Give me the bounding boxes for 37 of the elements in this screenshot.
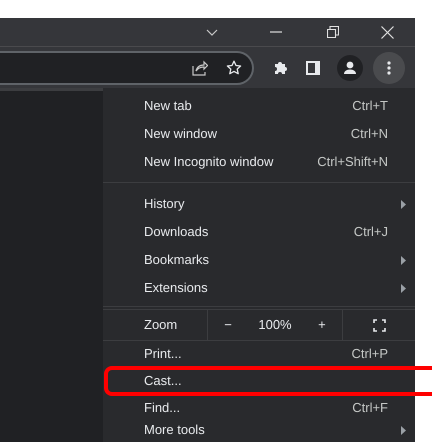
shortcut-hint: Ctrl+T (352, 97, 388, 116)
side-panel-icon[interactable] (306, 60, 320, 74)
close-icon[interactable] (381, 26, 394, 38)
shortcut-hint: Ctrl+P (352, 345, 388, 364)
menu-item[interactable]: Extensions (103, 274, 415, 302)
submenu-arrow-icon (401, 256, 406, 264)
menu-item[interactable]: More tools (103, 419, 415, 441)
submenu-arrow-icon (401, 200, 406, 208)
shortcut-hint: Ctrl+J (354, 223, 388, 242)
menu-item[interactable]: Downloads Ctrl+J (103, 218, 415, 246)
puzzle-piece-icon[interactable] (274, 60, 289, 75)
shortcut-hint: Ctrl+Shift+N (317, 153, 388, 172)
menu-button[interactable] (373, 52, 405, 84)
fullscreen-icon (372, 318, 386, 332)
star-icon[interactable] (226, 60, 242, 76)
zoom-out-button[interactable]: − (218, 315, 238, 335)
menu-item[interactable]: New tab Ctrl+T (103, 92, 415, 120)
zoom-level: 100% (258, 316, 292, 334)
minimize-icon[interactable] (270, 31, 282, 33)
menu-item[interactable]: Bookmarks (103, 246, 415, 274)
menu-item[interactable]: New window Ctrl+N (103, 120, 415, 148)
restore-icon[interactable] (327, 26, 339, 38)
menu-item[interactable]: History (103, 190, 415, 218)
shortcut-hint: Ctrl+N (350, 125, 388, 144)
submenu-arrow-icon (401, 426, 406, 434)
menu-item[interactable]: Cast... (108, 370, 432, 392)
shortcut-hint: Ctrl+F (352, 399, 388, 418)
zoom-label: Zoom (143, 316, 178, 334)
share-icon[interactable] (192, 60, 208, 76)
menu-item[interactable]: New Incognito window Ctrl+Shift+N (103, 148, 415, 176)
menu-item[interactable]: Find... Ctrl+F (103, 397, 415, 419)
zoom-in-button[interactable]: + (312, 315, 332, 335)
chevron-down-icon[interactable] (206, 28, 218, 36)
kebab-menu-icon (387, 60, 391, 74)
menu-item[interactable]: Print... Ctrl+P (103, 343, 415, 365)
submenu-arrow-icon (401, 284, 406, 292)
profile-avatar-icon[interactable] (337, 54, 363, 80)
